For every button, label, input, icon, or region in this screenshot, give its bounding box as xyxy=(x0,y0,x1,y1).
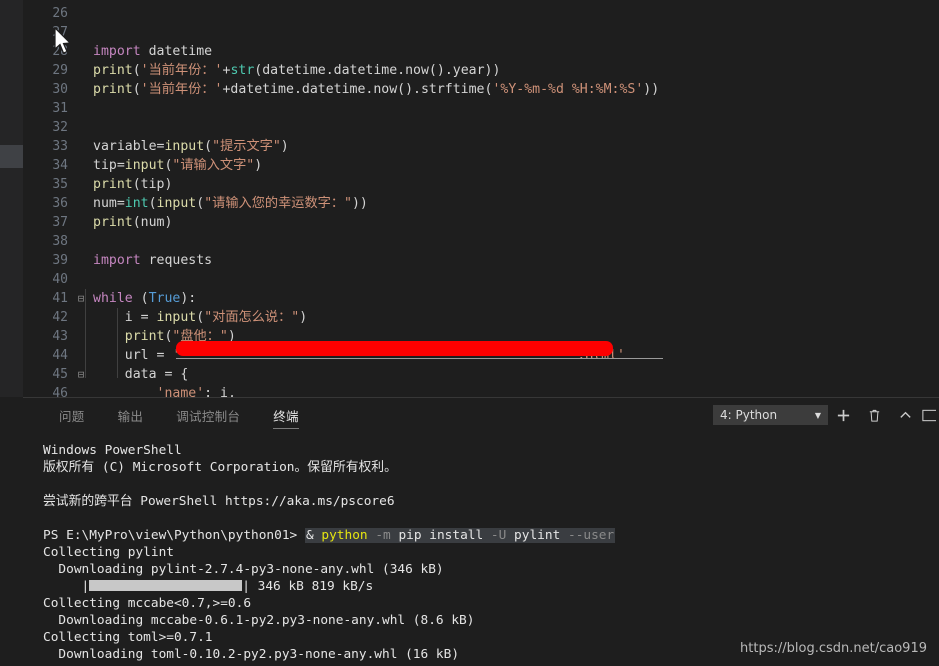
panel-tab-0[interactable]: 问题 xyxy=(59,398,85,432)
code-text: tip=input("请输入文字") xyxy=(93,158,263,173)
panel-header: 问题 输出 调试控制台 终端 4: Python ▼ xyxy=(23,398,939,432)
panel-tab-3[interactable]: 终端 xyxy=(273,398,299,432)
vscode-window: 26 2728import datetime 29 print('当前年份：'+str… xyxy=(0,0,939,666)
terminal-command-line: PS E:\MyPro\view\Python\python01> & pyth… xyxy=(23,527,939,544)
terminal-selector-dropdown[interactable]: 4: Python ▼ xyxy=(713,405,828,425)
watermark: https://blog.csdn.net/cao919 xyxy=(740,641,927,656)
code-line[interactable]: 28 import datetime xyxy=(23,42,939,61)
code-line[interactable]: 45 ⊟ data = { xyxy=(23,365,939,384)
scrollbar-thumb[interactable] xyxy=(0,145,23,168)
code-line[interactable]: 26 xyxy=(23,4,939,23)
activity-bar-strip xyxy=(0,0,23,397)
code-text: variable=input("提示文字") xyxy=(93,139,289,154)
line-number: 37 xyxy=(52,215,68,230)
code-editor[interactable]: 26 2728import datetime 29 print('当前年份：'+str… xyxy=(23,0,939,397)
code-text: data = { xyxy=(93,367,189,382)
code-line[interactable]: 27 xyxy=(23,23,939,42)
plus-icon xyxy=(837,409,850,421)
line-number: 29 xyxy=(52,63,68,78)
code-line[interactable]: 29 print('当前年份：'+str(datetime.datetime.no… xyxy=(23,61,939,80)
terminal-line: Downloading pylint-2.7.4-py3-none-any.wh… xyxy=(43,562,444,577)
terminal-line: Collecting pylint xyxy=(43,545,174,560)
indent-guide xyxy=(85,289,86,378)
code-line[interactable]: 46 'name': i, xyxy=(23,384,939,397)
download-progress-bar xyxy=(89,580,243,591)
line-number: 43 xyxy=(52,329,68,344)
code-line[interactable]: 32 xyxy=(23,118,939,137)
code-text: i = input("对面怎么说：") xyxy=(93,310,308,325)
terminal-line: 版权所有 (C) Microsoft Corporation。保留所有权利。 xyxy=(43,460,397,475)
mouse-cursor-icon xyxy=(54,27,72,54)
code-text: print('当前年份：'+datetime.datetime.now().st… xyxy=(93,82,660,97)
line-number: 39 xyxy=(52,253,68,268)
line-number: 42 xyxy=(52,310,68,325)
code-text: num=int(input("请输入您的幸运数字：")) xyxy=(93,196,368,211)
code-text: while (True): xyxy=(93,291,197,306)
line-number: 46 xyxy=(52,386,68,397)
code-text: print(num) xyxy=(93,215,173,230)
line-number: 33 xyxy=(52,139,68,154)
line-number: 35 xyxy=(52,177,68,192)
code-line[interactable]: 30 print('当前年份：'+datetime.datetime.now().… xyxy=(23,80,939,99)
code-line[interactable]: 33 variable=input("提示文字") xyxy=(23,137,939,156)
line-number: 40 xyxy=(52,272,68,287)
terminal-line: Collecting mccabe<0.7,>=0.6 xyxy=(43,596,252,611)
panel-tab-1[interactable]: 输出 xyxy=(118,398,144,432)
maximize-panel-button[interactable] xyxy=(890,398,921,432)
code-text: import datetime xyxy=(93,44,213,59)
code-line[interactable]: 31 xyxy=(23,99,939,118)
terminal-selector-value: 4: Python xyxy=(720,408,778,422)
url-underline xyxy=(176,358,663,359)
line-number: 32 xyxy=(52,120,68,135)
code-text: 'name': i, xyxy=(156,386,236,397)
terminal-output[interactable]: Windows PowerShell 版权所有 (C) Microsoft Cor… xyxy=(23,432,939,666)
code-line[interactable]: 42 i = input("对面怎么说：") xyxy=(23,308,939,327)
terminal-progress-line: | | 346 kB 819 kB/s xyxy=(43,579,374,594)
code-text: print(tip) xyxy=(93,177,173,192)
line-number: 31 xyxy=(52,101,68,116)
terminal-prompt: PS E:\MyPro\view\Python\python01> xyxy=(43,528,305,543)
terminal-line: Windows PowerShell xyxy=(43,443,182,458)
code-line[interactable]: 36 num=int(input("请输入您的幸运数字：")) xyxy=(23,194,939,213)
code-line[interactable]: 37 print(num) xyxy=(23,213,939,232)
url-redaction-bar xyxy=(176,341,613,356)
new-terminal-button[interactable] xyxy=(828,398,859,432)
chevron-up-icon xyxy=(900,411,911,418)
line-number: 44 xyxy=(52,348,68,363)
panel-tab-2[interactable]: 调试控制台 xyxy=(176,398,240,432)
line-number: 38 xyxy=(52,234,68,249)
code-line[interactable]: 34 tip=input("请输入文字") xyxy=(23,156,939,175)
kill-terminal-button[interactable] xyxy=(859,398,890,432)
line-number: 36 xyxy=(52,196,68,211)
code-line[interactable]: 39 import requests xyxy=(23,251,939,270)
code-line[interactable]: 41 ⊟ while (True): xyxy=(23,289,939,308)
terminal-line: Downloading mccabe-0.6.1-py2.py3-none-an… xyxy=(43,613,475,628)
line-number: 34 xyxy=(52,158,68,173)
code-line[interactable]: 38 xyxy=(23,232,939,251)
line-number: 30 xyxy=(52,82,68,97)
panel-tab-list: 问题 输出 调试控制台 终端 xyxy=(59,398,299,432)
terminal-command-text: & python -m pip install -U pylint --user xyxy=(304,528,616,543)
line-number: 26 xyxy=(52,6,68,21)
close-panel-button[interactable] xyxy=(921,398,939,432)
code-line[interactable]: 35 print(tip) xyxy=(23,175,939,194)
panel-icon xyxy=(922,409,936,421)
line-number: 41 xyxy=(52,291,68,306)
code-line[interactable]: 40 xyxy=(23,270,939,289)
code-text: print('当前年份：'+str(datetime.datetime.now(… xyxy=(93,63,501,78)
line-number: 45 xyxy=(52,367,68,382)
code-text: import requests xyxy=(93,253,213,268)
indent-guide xyxy=(117,308,118,378)
panel-toolbar: 4: Python ▼ xyxy=(713,398,939,432)
terminal-line: 尝试新的跨平台 PowerShell https://aka.ms/pscore… xyxy=(43,494,395,509)
chevron-down-icon: ▼ xyxy=(814,410,821,420)
trash-icon xyxy=(869,409,880,422)
